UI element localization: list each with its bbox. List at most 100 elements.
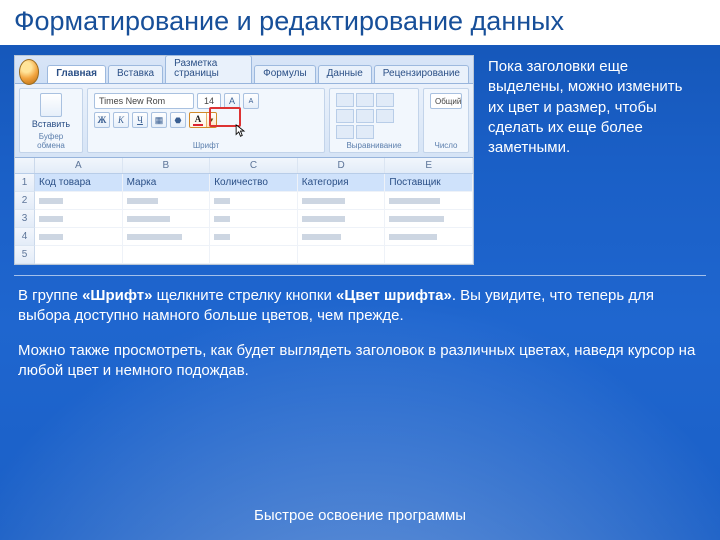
row-header[interactable]: 4 [15,228,35,246]
tab-formulas[interactable]: Формулы [254,65,316,83]
row-header[interactable]: 5 [15,246,35,264]
row-1: 1 Код товара Марка Количество Категория … [15,174,473,192]
cell[interactable] [385,228,473,246]
excel-screenshot: Главная Вставка Разметка страницы Формул… [14,55,474,265]
group-font-label: Шрифт [94,141,318,150]
font-size-select[interactable]: 14 [197,93,221,109]
col-header[interactable]: B [123,158,211,173]
align-btn[interactable] [376,93,394,107]
row-header[interactable]: 3 [15,210,35,228]
text-bold: «Шрифт» [82,287,152,304]
screenshot-wrap: Главная Вставка Разметка страницы Формул… [14,55,474,265]
row-2: 2 [15,192,473,210]
align-btn[interactable] [376,109,394,123]
fill-color-button[interactable]: ⬣ [170,112,186,128]
cell[interactable]: Поставщик [385,174,473,192]
row-header[interactable]: 2 [15,192,35,210]
group-alignment: Выравнивание [329,88,419,153]
row-5: 5 [15,246,473,264]
col-header[interactable]: E [385,158,473,173]
align-btn[interactable] [356,125,374,139]
group-clipboard-label: Буфер обмена [26,132,76,150]
ribbon: Вставить Буфер обмена Times New Rom 14 A… [15,84,473,158]
cell[interactable] [35,192,123,210]
cell[interactable] [298,210,386,228]
side-caption: Пока заголовки еще выделены, можно измен… [488,55,698,265]
col-header[interactable]: C [210,158,298,173]
text-bold: «Цвет шрифта» [336,287,452,304]
group-number-label: Число [430,141,462,150]
cell[interactable] [210,246,298,264]
align-btn[interactable] [336,125,354,139]
paragraph-1: В группе «Шрифт» щелкните стрелку кнопки… [18,286,700,327]
underline-button[interactable]: Ч [132,112,148,128]
cell-text: Марка [127,177,157,188]
divider [14,275,706,276]
cell[interactable] [123,210,211,228]
cell[interactable] [123,228,211,246]
cell[interactable]: Марка [123,174,211,192]
col-header[interactable]: A [35,158,123,173]
font-name-select[interactable]: Times New Rom [94,93,194,109]
cell[interactable] [385,246,473,264]
bold-button[interactable]: Ж [94,112,110,128]
cell[interactable] [385,192,473,210]
cell[interactable] [210,228,298,246]
cell[interactable] [123,192,211,210]
column-headers: A B C D E [15,158,473,174]
group-font: Times New Rom 14 A A Ж К Ч ▦ ⬣ [87,88,325,153]
number-format-select[interactable]: Общий [430,93,462,109]
group-alignment-label: Выравнивание [336,141,412,150]
group-number: Общий Число [423,88,469,153]
align-btn[interactable] [336,109,354,123]
select-all-corner[interactable] [15,158,35,173]
cell-text: Поставщик [389,177,440,188]
paste-label: Вставить [32,119,70,129]
cell[interactable] [35,210,123,228]
body-copy: В группе «Шрифт» щелкните стрелку кнопки… [0,286,720,381]
cell[interactable] [385,210,473,228]
cell[interactable] [35,246,123,264]
cell[interactable]: Количество [210,174,298,192]
tab-data[interactable]: Данные [318,65,372,83]
cell[interactable] [123,246,211,264]
paste-icon [40,93,62,117]
tab-home[interactable]: Главная [47,65,106,83]
text: В группе [18,287,82,304]
group-clipboard: Вставить Буфер обмена [19,88,83,153]
tab-insert[interactable]: Вставка [108,65,163,83]
italic-button[interactable]: К [113,112,129,128]
grow-font-icon[interactable]: A [224,93,240,109]
worksheet: A B C D E 1 Код товара Марка Количество … [15,158,473,264]
tab-review[interactable]: Рецензирование [374,65,469,83]
cell[interactable] [210,210,298,228]
cell-text: Категория [302,177,349,188]
cell[interactable] [298,246,386,264]
align-btn[interactable] [336,93,354,107]
font-color-split-button[interactable]: A ▾ [189,112,217,128]
shrink-font-icon[interactable]: A [243,93,259,109]
border-button[interactable]: ▦ [151,112,167,128]
slide-title: Форматирование и редактирование данных [0,0,720,45]
cell-text: Код товара [39,177,91,188]
ribbon-tabrow: Главная Вставка Разметка страницы Формул… [15,56,473,84]
align-btn[interactable] [356,109,374,123]
col-header[interactable]: D [298,158,386,173]
cell[interactable] [210,192,298,210]
row-4: 4 [15,228,473,246]
cell[interactable]: Код товара [35,174,123,192]
cell[interactable] [298,192,386,210]
paste-button[interactable]: Вставить [26,93,76,129]
main-area: Главная Вставка Разметка страницы Формул… [0,45,720,271]
tab-layout[interactable]: Разметка страницы [165,55,252,83]
office-button[interactable] [19,59,39,85]
row-header[interactable]: 1 [15,174,35,192]
font-color-icon: A [190,113,206,127]
cell[interactable] [298,228,386,246]
row-3: 3 [15,210,473,228]
text: щелкните стрелку кнопки [153,287,337,304]
cell[interactable]: Категория [298,174,386,192]
align-btn[interactable] [356,93,374,107]
cell[interactable] [35,228,123,246]
font-color-dropdown-arrow[interactable]: ▾ [206,113,216,127]
